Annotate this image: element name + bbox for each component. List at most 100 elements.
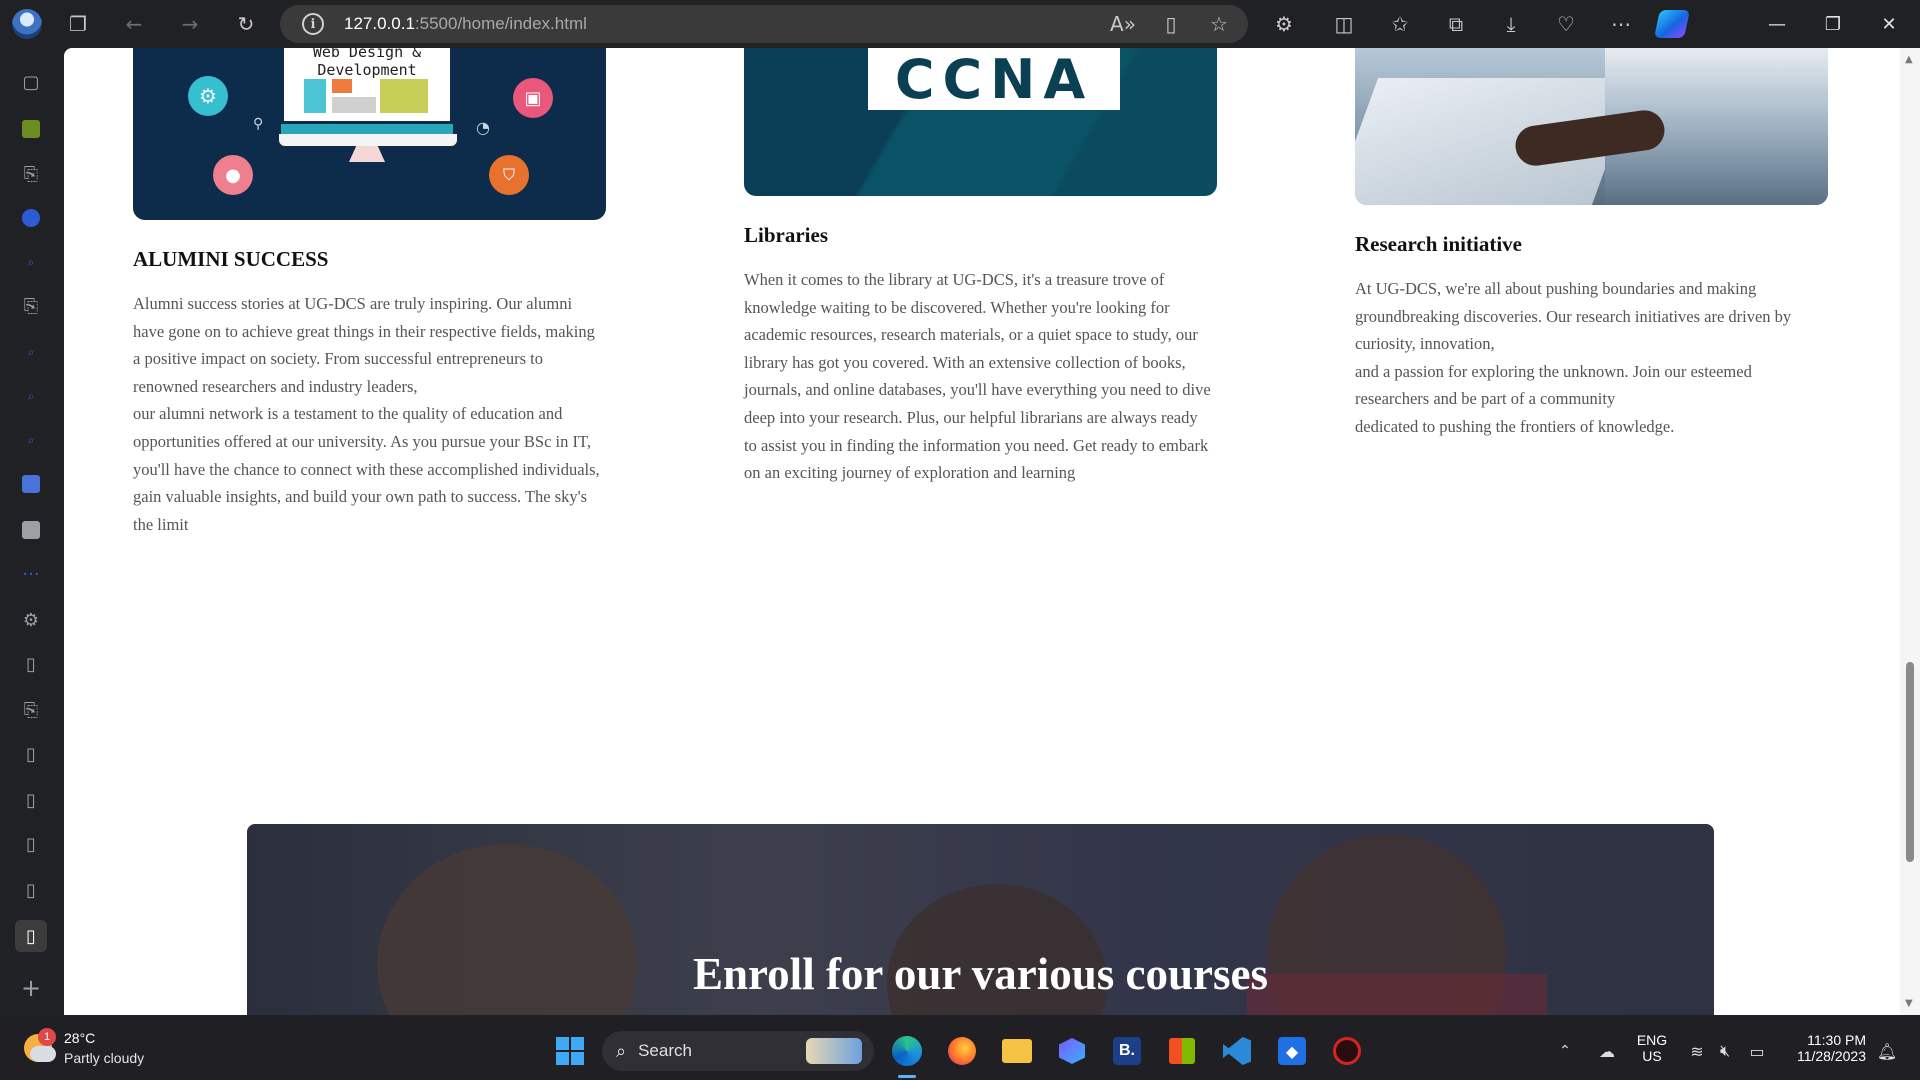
monitor-stand [349, 146, 385, 162]
vscode-logo [1223, 1037, 1251, 1065]
battery-icon[interactable]: ▭ [1740, 1034, 1774, 1068]
tab-favicon [22, 209, 40, 227]
new-tab-plus-icon[interactable]: + [15, 972, 47, 1004]
forward-arrow-icon[interactable]: → [174, 8, 206, 40]
tab-page-icon[interactable]: ▯ [15, 784, 47, 816]
location-pin-icon: ⚲ [253, 116, 264, 132]
scroll-thumb[interactable] [1906, 662, 1914, 862]
collections-icon[interactable]: ⧉ [1440, 8, 1472, 40]
alumni-image: Web Design & Development ⚙ ▣ ● ⛉ ⚲ ◔ [133, 48, 606, 220]
edge-browser-icon[interactable] [890, 1034, 924, 1068]
windows-taskbar: 1 28°C Partly cloudy ⌕ Search B. ◆ ⌃ ☁ E… [0, 1020, 1920, 1080]
volume-muted-icon[interactable]: 🔇︎ [1708, 1034, 1742, 1068]
tab-document-icon[interactable]: ⎘ [15, 158, 47, 190]
illustration-caption-line1: Web Design & [312, 48, 422, 61]
clock[interactable]: 11:30 PM 11/28/2023 [1780, 1032, 1866, 1064]
windows-start-icon[interactable] [553, 1034, 587, 1068]
illustration-block [332, 79, 352, 93]
favorites-icon[interactable]: ✩ [1384, 8, 1416, 40]
favorite-star-icon[interactable]: ☆ [1204, 9, 1234, 39]
illustration-block [380, 79, 428, 113]
tab-search-icon[interactable]: ⌕ [15, 246, 47, 278]
app-icon-polygon[interactable] [1055, 1034, 1089, 1068]
close-icon[interactable]: ✕ [1864, 8, 1914, 40]
search-label: Search [638, 1041, 692, 1060]
booking-logo: B. [1113, 1037, 1141, 1065]
language-region: US [1642, 1048, 1662, 1064]
tab-extension-icon[interactable]: ⚙ [15, 604, 47, 636]
dropbox-icon[interactable]: ◆ [1275, 1034, 1309, 1068]
tab-document-icon[interactable]: ⎘ [15, 694, 47, 726]
tab-page-icon[interactable]: ▯ [15, 828, 47, 860]
monitor-base [279, 134, 457, 146]
tab-page-icon[interactable]: ▯ [15, 648, 47, 680]
booking-app-icon[interactable]: B. [1110, 1034, 1144, 1068]
notification-bell-icon[interactable]: 🔔︎ [1870, 1034, 1904, 1068]
gear-icon: ⚙ [188, 76, 228, 116]
profile-avatar[interactable] [12, 9, 42, 39]
scroll-up-arrow-icon[interactable]: ▲ [1905, 54, 1913, 65]
enroll-banner: Enroll for our various courses [247, 824, 1714, 1015]
split-screen-icon[interactable]: ◫ [1328, 8, 1360, 40]
security-app-icon[interactable] [1330, 1034, 1364, 1068]
tray-network-alert-icon[interactable]: ☁ [1590, 1034, 1624, 1068]
card-title-alumni: ALUMINI SUCCESS [133, 247, 329, 271]
weather-cloud-icon [30, 1046, 56, 1062]
tab-favicon-image-icon[interactable] [15, 113, 47, 145]
url-path: :5500/home/index.html [414, 14, 587, 33]
card-title-research: Research initiative [1355, 232, 1522, 256]
tab-book-icon[interactable] [15, 514, 47, 546]
tab-zoom-icon[interactable] [15, 202, 47, 234]
clock-date: 11/28/2023 [1796, 1048, 1866, 1064]
weather-widget[interactable]: 1 28°C Partly cloudy [20, 1028, 170, 1074]
page-viewport: Web Design & Development ⚙ ▣ ● ⛉ ⚲ ◔ CCNA… [64, 48, 1900, 1015]
scroll-down-arrow-icon[interactable]: ▼ [1905, 998, 1913, 1009]
restore-icon[interactable]: ❐ [1808, 8, 1858, 40]
page-scrollbar[interactable]: ▲ ▼ [1900, 48, 1920, 1015]
vertical-tabs-toggle-icon[interactable]: ▢ [15, 66, 47, 98]
windows-logo [556, 1037, 584, 1065]
taskbar-search[interactable]: ⌕ Search [602, 1031, 874, 1071]
tab-more-icon[interactable]: ··· [15, 558, 47, 590]
illustration-caption: Web Design & Development [284, 48, 450, 79]
refresh-icon[interactable]: ↻ [230, 8, 262, 40]
address-url[interactable]: 127.0.0.1:5500/home/index.html [344, 14, 587, 34]
windows-logo-tile [571, 1037, 584, 1050]
tab-favicon [22, 120, 40, 138]
illustration-block [332, 97, 376, 113]
app-logo [1059, 1038, 1085, 1064]
more-menu-icon[interactable]: ⋯ [1605, 8, 1637, 40]
ccna-label: CCNA [868, 48, 1120, 111]
tab-search-icon[interactable]: ⌕ [15, 336, 47, 368]
file-explorer-icon[interactable] [1000, 1034, 1034, 1068]
tab-docs-icon[interactable] [15, 468, 47, 500]
site-info-icon[interactable]: i [302, 13, 324, 35]
tab-search-icon[interactable]: ⌕ [15, 380, 47, 412]
tab-search-icon[interactable]: ⌕ [15, 424, 47, 456]
extensions-icon[interactable]: ⚙ [1268, 8, 1300, 40]
tab-actions-icon[interactable]: ❐ [62, 8, 94, 40]
read-aloud-icon[interactable]: A» [1108, 9, 1138, 39]
vscode-icon[interactable] [1220, 1034, 1254, 1068]
immersive-reader-icon[interactable]: ▯ [1156, 9, 1186, 39]
address-bar[interactable]: i 127.0.0.1:5500/home/index.html A» ▯ ☆ [280, 5, 1248, 43]
microsoft-store-icon[interactable] [1165, 1034, 1199, 1068]
tab-document-icon[interactable]: ⎘ [15, 290, 47, 322]
windows-logo-tile [556, 1037, 569, 1050]
minimize-icon[interactable]: — [1752, 8, 1802, 40]
tab-page-icon-active[interactable]: ▯ [15, 920, 47, 952]
copilot-icon[interactable] [1654, 10, 1690, 38]
language-code: ENG [1636, 1032, 1668, 1048]
rss-icon: ◔ [476, 118, 490, 137]
back-arrow-icon[interactable]: ← [118, 8, 150, 40]
tab-page-icon[interactable]: ▯ [15, 738, 47, 770]
windows-logo-tile [556, 1052, 569, 1065]
language-indicator[interactable]: ENG US [1634, 1032, 1670, 1064]
browser-essentials-icon[interactable]: ♡ [1550, 8, 1582, 40]
libraries-image: CCNA [744, 48, 1217, 196]
downloads-icon[interactable]: ⤓ [1495, 8, 1527, 40]
tab-page-icon[interactable]: ▯ [15, 874, 47, 906]
firefox-icon[interactable] [945, 1034, 979, 1068]
card-text-research: At UG-DCS, we're all about pushing bound… [1355, 279, 1792, 436]
tray-chevron-up-icon[interactable]: ⌃ [1548, 1034, 1582, 1068]
